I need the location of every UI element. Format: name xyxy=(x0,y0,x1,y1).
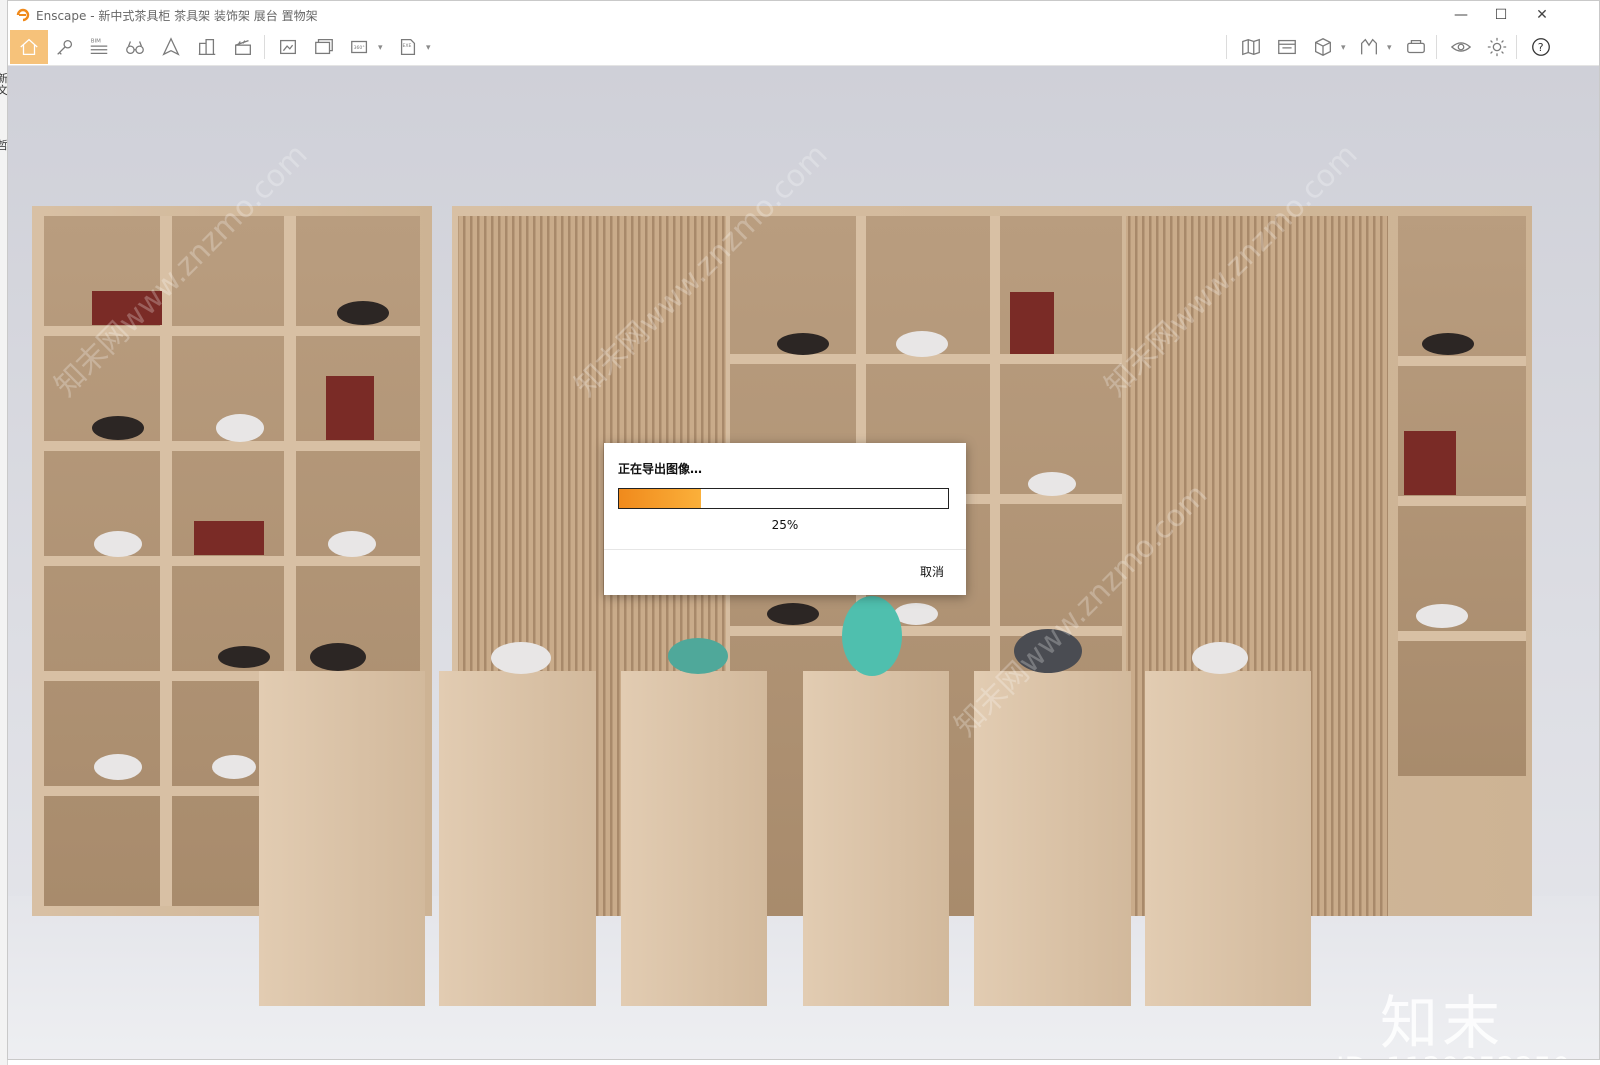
watermark-logo: 知末 xyxy=(1380,989,1505,1057)
help-label: ? xyxy=(1538,41,1544,54)
title-bar: Enscape - 新中式茶具柜 茶具架 装饰架 展台 置物架 — ☐ ✕ xyxy=(8,1,1599,29)
enscape-logo-icon xyxy=(16,8,30,22)
buildings-icon xyxy=(198,39,216,55)
export-exe-icon: EXE xyxy=(400,39,416,55)
bim-label: BIM xyxy=(91,38,101,44)
clapper-icon xyxy=(235,39,251,55)
map-icon xyxy=(1242,38,1260,56)
vr-headset-icon xyxy=(1407,39,1425,54)
screenshot-icon xyxy=(280,39,296,55)
key-icon xyxy=(57,39,73,55)
material-icon xyxy=(1361,38,1377,55)
video-editor-button[interactable] xyxy=(1272,32,1302,62)
binoculars-icon xyxy=(126,41,144,55)
help-button[interactable]: ? xyxy=(1526,32,1556,62)
home-icon xyxy=(20,38,38,55)
toolbar-separator xyxy=(264,35,265,59)
chevron-down-icon[interactable]: ▾ xyxy=(1387,43,1392,53)
navigation-button[interactable] xyxy=(156,32,186,62)
minimize-button[interactable]: — xyxy=(1443,5,1479,25)
toolbar: BIM 360° ▾ EXE ▾ ▾ ▾ ? xyxy=(8,29,1599,88)
progress-percent: 25% xyxy=(771,518,799,532)
enscape-window: Enscape - 新中式茶具柜 茶具架 装饰架 展台 置物架 — ☐ ✕ BI… xyxy=(7,0,1600,1060)
export-button[interactable]: EXE xyxy=(393,32,423,62)
export-progress-dialog: 正在导出图像… 25% 取消 xyxy=(604,443,966,595)
chevron-down-icon[interactable]: ▾ xyxy=(378,43,383,53)
dialog-title: 正在导出图像… xyxy=(618,462,703,476)
dialog-divider xyxy=(604,549,966,550)
exe-label: EXE xyxy=(403,43,412,49)
watermark-id: ID: 1129852250 xyxy=(1336,1051,1570,1059)
toolbar-separator xyxy=(1436,35,1437,59)
views-button[interactable] xyxy=(50,32,80,62)
visual-settings-button[interactable] xyxy=(1446,32,1476,62)
window-title: Enscape - 新中式茶具柜 茶具架 装饰架 展台 置物架 xyxy=(36,9,318,23)
settings-button[interactable] xyxy=(1482,32,1512,62)
panorama-360-icon: 360° xyxy=(351,40,368,54)
toolbar-separator xyxy=(1226,35,1227,59)
settings-icon xyxy=(1487,37,1507,57)
material-button[interactable] xyxy=(1354,32,1384,62)
batch-render-icon xyxy=(315,39,333,55)
screenshot-button[interactable] xyxy=(273,32,303,62)
progress-bar xyxy=(618,488,949,509)
navigation-icon xyxy=(162,37,180,56)
bim-list-icon: BIM xyxy=(90,38,108,55)
vr-headset-button[interactable] xyxy=(1401,32,1431,62)
maximize-button[interactable]: ☐ xyxy=(1483,5,1519,25)
visual-settings-icon xyxy=(1450,42,1472,52)
help-icon: ? xyxy=(1532,38,1550,56)
home-button[interactable] xyxy=(10,30,48,64)
clapper-button[interactable] xyxy=(228,32,258,62)
asset-library-icon xyxy=(1315,38,1331,56)
walk-mode-button[interactable] xyxy=(120,32,150,62)
progress-fill xyxy=(619,489,702,508)
video-editor-icon xyxy=(1278,39,1296,55)
map-button[interactable] xyxy=(1236,32,1266,62)
architectural-button[interactable] xyxy=(192,32,222,62)
toolbar-separator xyxy=(1516,35,1517,59)
close-button[interactable]: ✕ xyxy=(1524,5,1560,25)
asset-library-button[interactable] xyxy=(1308,32,1338,62)
chevron-down-icon[interactable]: ▾ xyxy=(426,43,431,53)
bim-button[interactable]: BIM xyxy=(84,32,114,62)
panorama-button[interactable]: 360° xyxy=(345,32,375,62)
chevron-down-icon[interactable]: ▾ xyxy=(1341,43,1346,53)
cancel-button[interactable]: 取消 xyxy=(920,563,944,580)
batch-render-button[interactable] xyxy=(309,32,339,62)
pano-label: 360° xyxy=(354,45,365,51)
